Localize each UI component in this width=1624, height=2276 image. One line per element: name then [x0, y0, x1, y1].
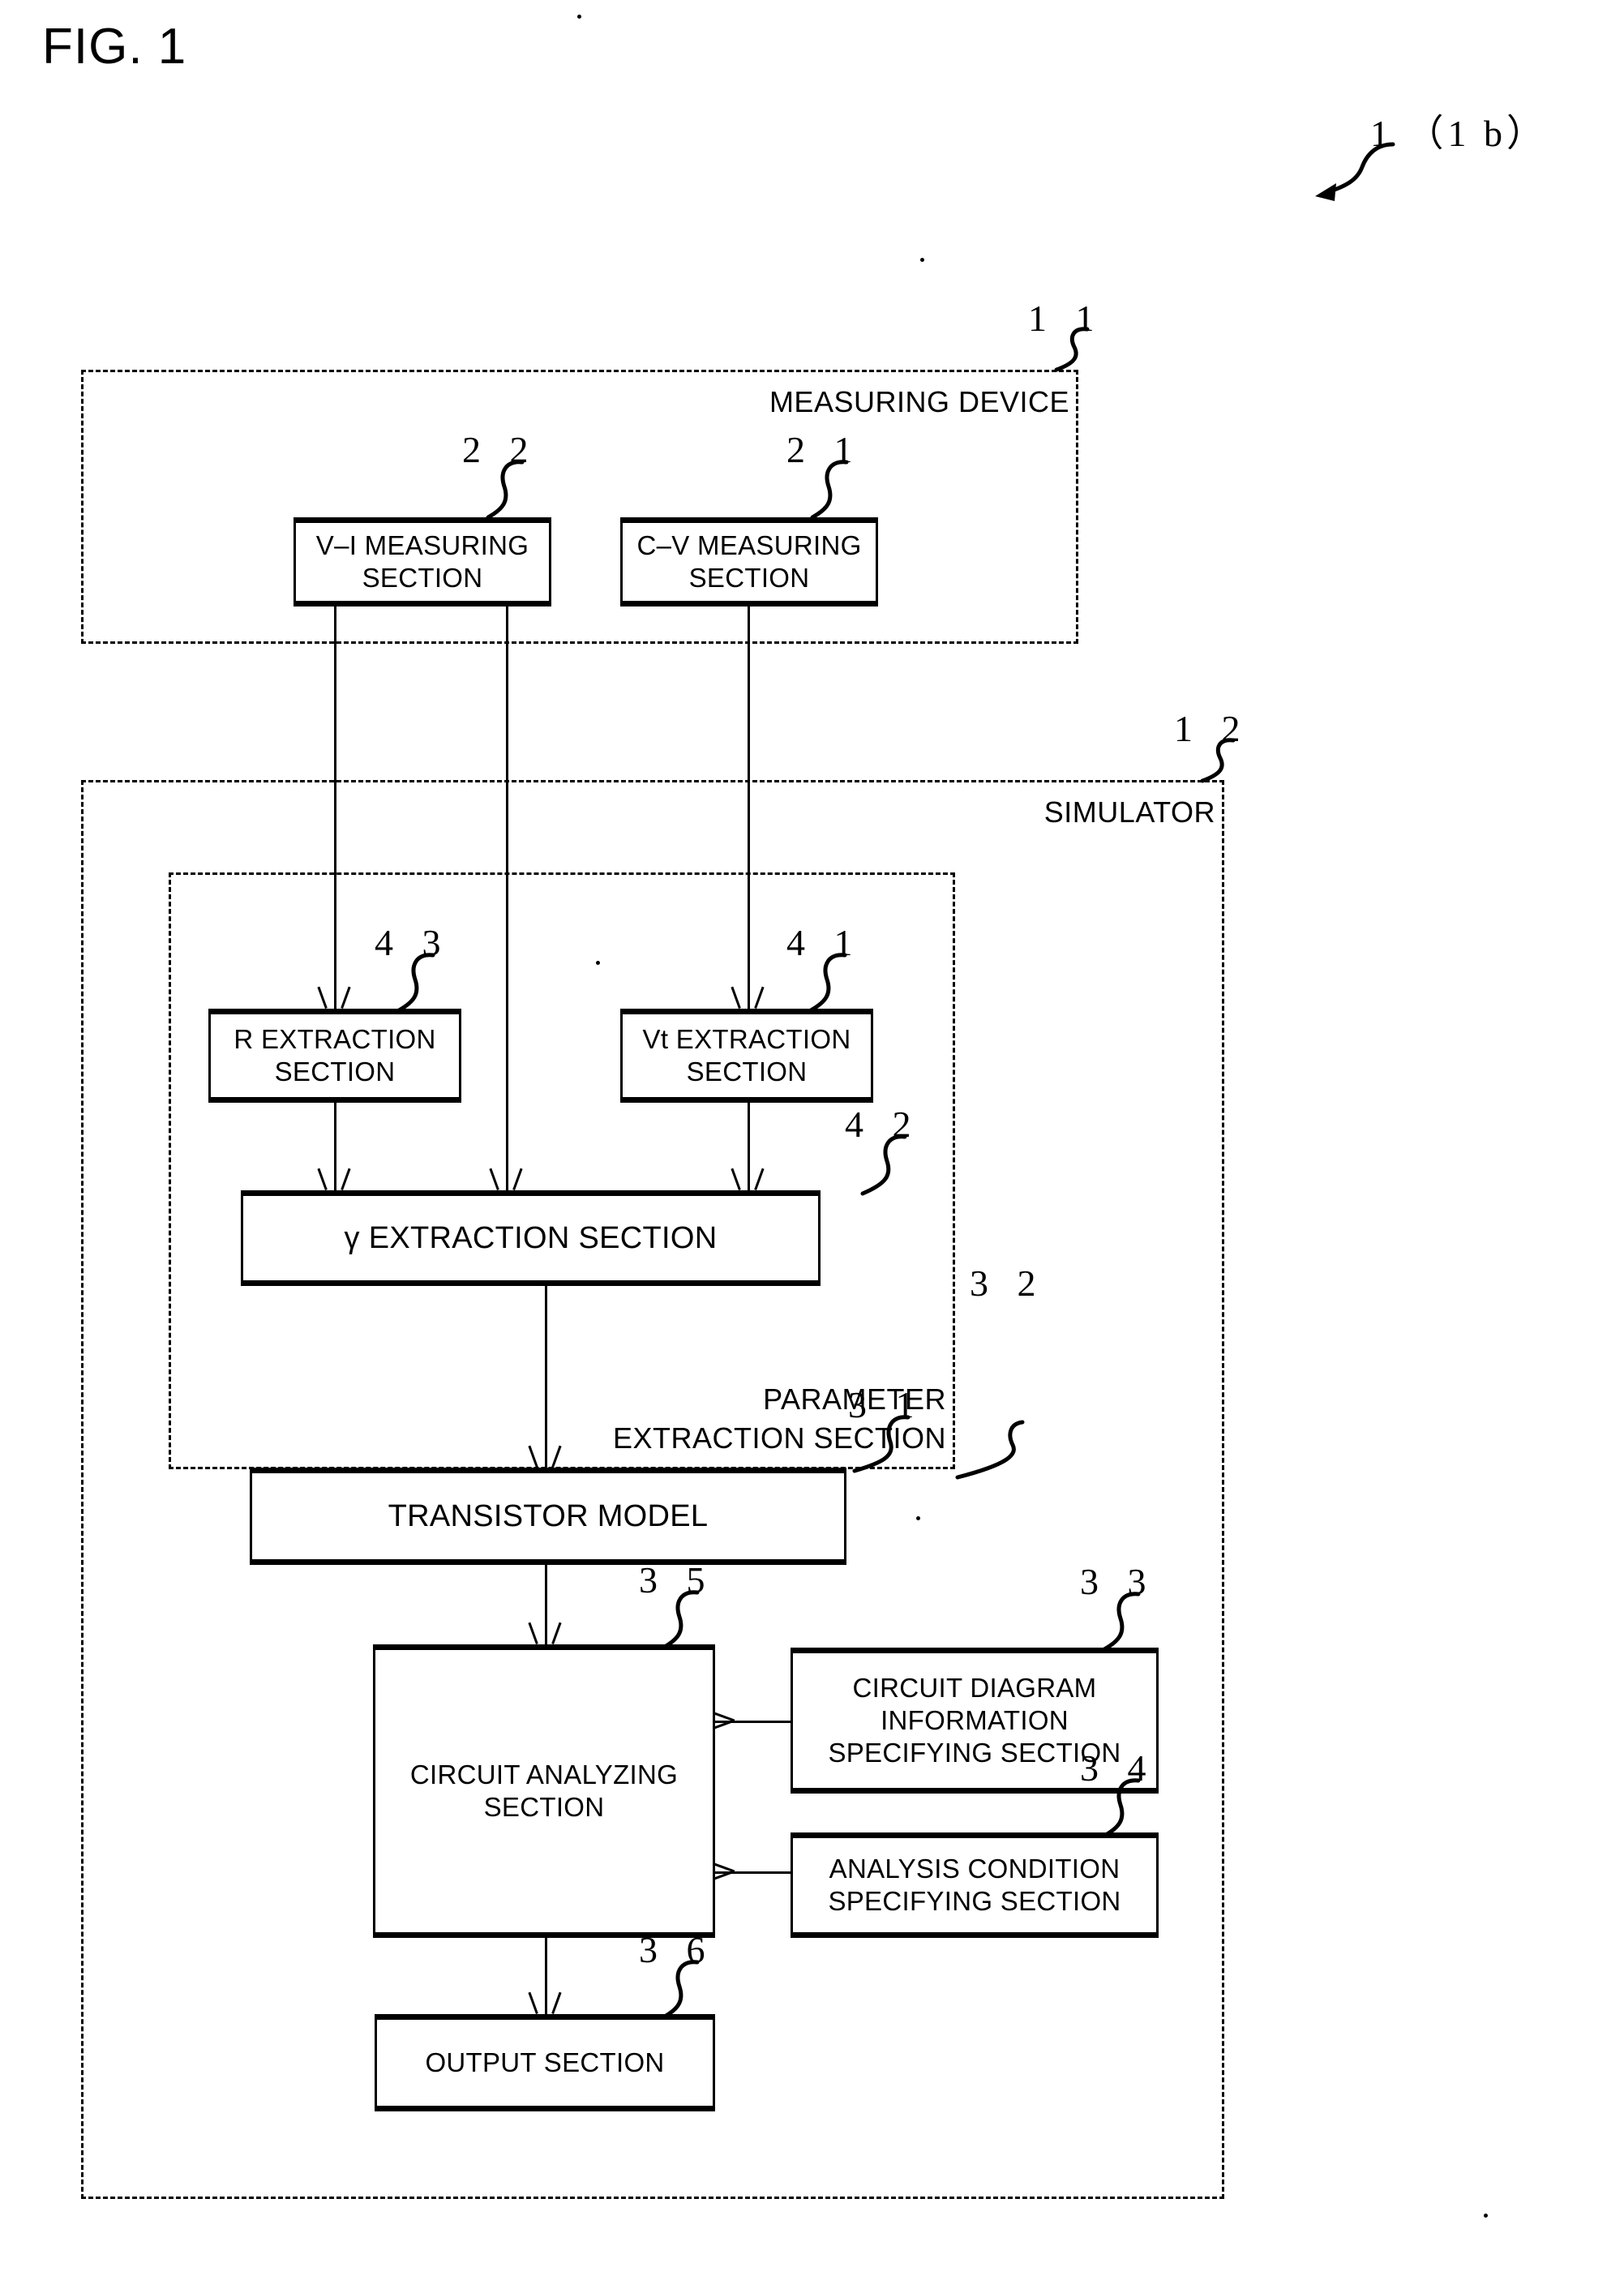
output-section-box[interactable]: OUTPUT SECTION — [375, 2014, 715, 2111]
vi-measuring-section-ref: 2 2 — [462, 429, 538, 470]
gamma-extraction-section-ref: 4 2 — [845, 1104, 921, 1145]
vt-extraction-section-ref: 4 1 — [786, 922, 863, 963]
analysis-condition-line1: ANALYSIS CONDITION — [829, 1853, 1121, 1884]
vi-measuring-section-line1: V–I MEASURING — [315, 529, 529, 560]
cv-measuring-section-line2: SECTION — [688, 563, 810, 593]
output-section-ref: 3 6 — [639, 1929, 715, 1970]
cv-measuring-section-ref: 2 1 — [786, 429, 863, 470]
circuit-analyzing-section-ref: 3 5 — [639, 1559, 715, 1601]
parameter-extraction-section-ref: 3 2 — [970, 1262, 1046, 1304]
measuring-device-label: MEASURING DEVICE — [767, 385, 1071, 419]
circuit-diagram-info-line2: INFORMATION — [881, 1704, 1069, 1735]
arrowhead-gamma-extraction-center-in — [497, 1168, 515, 1189]
circuit-analyzing-section-line2: SECTION — [483, 1792, 605, 1822]
vt-extraction-section-box[interactable]: Vt EXTRACTION SECTION — [620, 1009, 873, 1103]
scan-speck — [1484, 2214, 1488, 2218]
vt-extraction-section-line2: SECTION — [686, 1057, 808, 1087]
r-extraction-section-line1: R EXTRACTION — [234, 1023, 436, 1054]
figure-title: FIG. 1 — [42, 19, 187, 75]
analysis-condition-line2: SPECIFYING SECTION — [828, 1886, 1121, 1916]
circuit-diagram-info-line1: CIRCUIT DIAGRAM — [852, 1672, 1097, 1703]
cv-measuring-section-line1: C–V MEASURING — [636, 529, 862, 560]
simulator-label: SIMULATOR — [1042, 795, 1217, 829]
circuit-diagram-information-specifying-section-ref: 3 3 — [1080, 1561, 1156, 1602]
arrowhead-vt-extraction-in — [739, 986, 756, 1007]
connector-cv-to-vt-extraction — [748, 607, 750, 1009]
parameter-extraction-section-leader-line — [955, 1420, 1025, 1480]
transistor-model-line1: TRANSISTOR MODEL — [388, 1498, 709, 1533]
arrowhead-output-section-in — [536, 1991, 554, 2012]
circuit-diagram-info-line3: SPECIFYING SECTION — [828, 1738, 1121, 1768]
measuring-device-container: MEASURING DEVICE — [81, 370, 1078, 644]
connector-gamma-to-transistor-model — [545, 1286, 547, 1468]
cv-measuring-section-box[interactable]: C–V MEASURING SECTION — [620, 517, 878, 607]
assembly-leader-line — [1315, 142, 1395, 201]
scan-speck — [920, 258, 924, 262]
simulator-ref: 1 2 — [1174, 708, 1250, 749]
vi-measuring-section-box[interactable]: V–I MEASURING SECTION — [294, 517, 551, 607]
measuring-device-ref: 1 1 — [1028, 298, 1104, 339]
scan-speck — [596, 961, 600, 965]
arrowhead-circuit-analyzing-top-in — [536, 1622, 554, 1643]
scan-speck — [916, 1516, 920, 1520]
connector-vi-to-r-extraction — [334, 607, 336, 1009]
vt-extraction-section-line1: Vt EXTRACTION — [642, 1023, 851, 1054]
r-extraction-section-box[interactable]: R EXTRACTION SECTION — [208, 1009, 461, 1103]
r-extraction-section-line2: SECTION — [274, 1057, 396, 1087]
arrowhead-r-extraction-in — [325, 986, 343, 1007]
circuit-analyzing-section-line1: CIRCUIT ANALYZING — [409, 1759, 679, 1790]
analysis-condition-specifying-section-ref: 3 4 — [1080, 1747, 1156, 1789]
connector-vi-to-gamma-extraction — [506, 607, 508, 1190]
analysis-condition-specifying-section-box[interactable]: ANALYSIS CONDITION SPECIFYING SECTION — [791, 1832, 1159, 1938]
vi-measuring-section-line2: SECTION — [362, 563, 483, 593]
r-extraction-section-ref: 4 3 — [375, 922, 451, 963]
gamma-extraction-section-box[interactable]: γ EXTRACTION SECTION — [241, 1190, 821, 1286]
arrowhead-transistor-model-in — [536, 1445, 554, 1466]
scan-speck — [577, 15, 581, 19]
circuit-analyzing-section-box[interactable]: CIRCUIT ANALYZING SECTION — [373, 1644, 715, 1938]
output-section-line1: OUTPUT SECTION — [425, 2047, 665, 2077]
transistor-model-ref: 3 1 — [848, 1384, 924, 1425]
transistor-model-box[interactable]: TRANSISTOR MODEL — [250, 1468, 846, 1565]
arrowhead-gamma-extraction-right-in — [739, 1168, 756, 1189]
arrowhead-circuit-analyzing-lower-right-in — [713, 1862, 735, 1880]
arrowhead-gamma-extraction-left-in — [325, 1168, 343, 1189]
arrowhead-circuit-analyzing-upper-right-in — [713, 1712, 735, 1730]
patent-figure-page: FIG. 1 1 （1 b） MEASURING DEVICE 1 1 V–I … — [0, 0, 1624, 2276]
gamma-extraction-section-line1: γ EXTRACTION SECTION — [344, 1220, 718, 1255]
